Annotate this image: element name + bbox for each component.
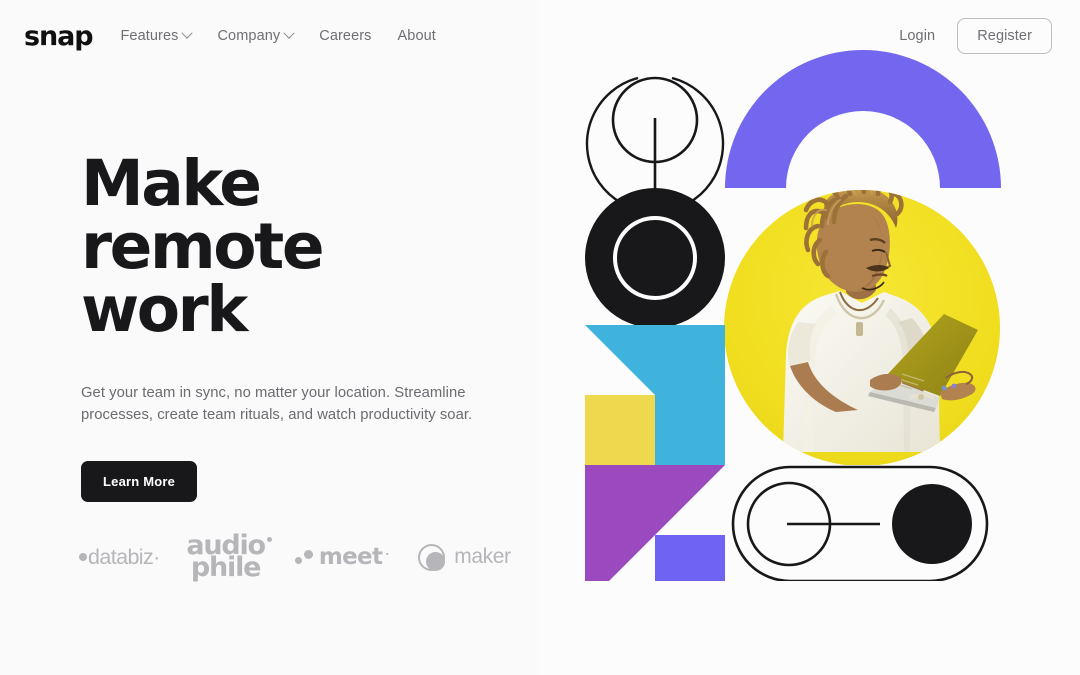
indigo-rectangle — [655, 535, 725, 581]
blue-triangle — [585, 325, 655, 395]
nav-actions: Login Register — [899, 18, 1052, 54]
yellow-square — [585, 395, 655, 465]
tick-icon: · — [153, 544, 161, 569]
landing-page: snap Features Company Careers About Logi… — [0, 0, 1080, 675]
register-button[interactable]: Register — [957, 18, 1052, 54]
two-dots-icon — [294, 550, 313, 564]
learn-more-button[interactable]: Learn More — [81, 460, 198, 502]
yellow-photo-circle — [724, 190, 1000, 465]
ring-circle-icon — [418, 543, 446, 571]
hero-subcopy: Get your team in sync, no matter your lo… — [81, 385, 473, 423]
nav-item-about[interactable]: About — [398, 28, 436, 44]
hero-artwork — [540, 0, 1080, 675]
main-navigation: snap Features Company Careers About Logi… — [0, 0, 1080, 72]
tick-icon: · — [384, 542, 391, 563]
chevron-down-icon — [181, 27, 194, 39]
page-title: Make remote work — [81, 152, 511, 341]
brand-logo[interactable]: snap — [24, 23, 94, 50]
black-donut — [585, 188, 725, 328]
dot-mark-icon — [79, 553, 87, 562]
nav-item-company[interactable]: Company — [217, 27, 295, 44]
nav-item-features-label: Features — [120, 28, 179, 44]
client-logo-audiophile-label-bottom: phile — [190, 552, 262, 584]
client-logo-audiophile: audio phile — [186, 532, 272, 584]
nav-item-careers-label: Careers — [319, 28, 372, 44]
hero-content: Make remote work Get your team in sync, … — [81, 152, 511, 502]
headline-line-2: work — [81, 273, 248, 346]
dot-accent-icon — [266, 537, 272, 542]
client-logo-strip: databiz · audio phile meet · maker — [79, 532, 511, 584]
black-dot-circle — [892, 484, 972, 564]
chevron-down-icon — [283, 27, 295, 39]
nav-item-features[interactable]: Features — [120, 27, 194, 44]
client-logo-databiz-label: databiz — [88, 544, 154, 569]
nav-item-company-label: Company — [217, 28, 281, 44]
nav-links: Features Company Careers About — [120, 27, 436, 44]
login-link[interactable]: Login — [899, 28, 935, 44]
client-logo-meet: meet · — [294, 542, 391, 572]
client-logo-meet-label: meet — [318, 544, 383, 571]
nav-item-careers[interactable]: Careers — [319, 28, 371, 44]
headline-line-1: Make remote — [81, 147, 325, 283]
nav-item-about-label: About — [397, 28, 436, 44]
client-logo-maker-label: maker — [454, 545, 511, 569]
client-logo-maker: maker — [418, 543, 511, 571]
client-logo-databiz: databiz · — [79, 545, 160, 570]
